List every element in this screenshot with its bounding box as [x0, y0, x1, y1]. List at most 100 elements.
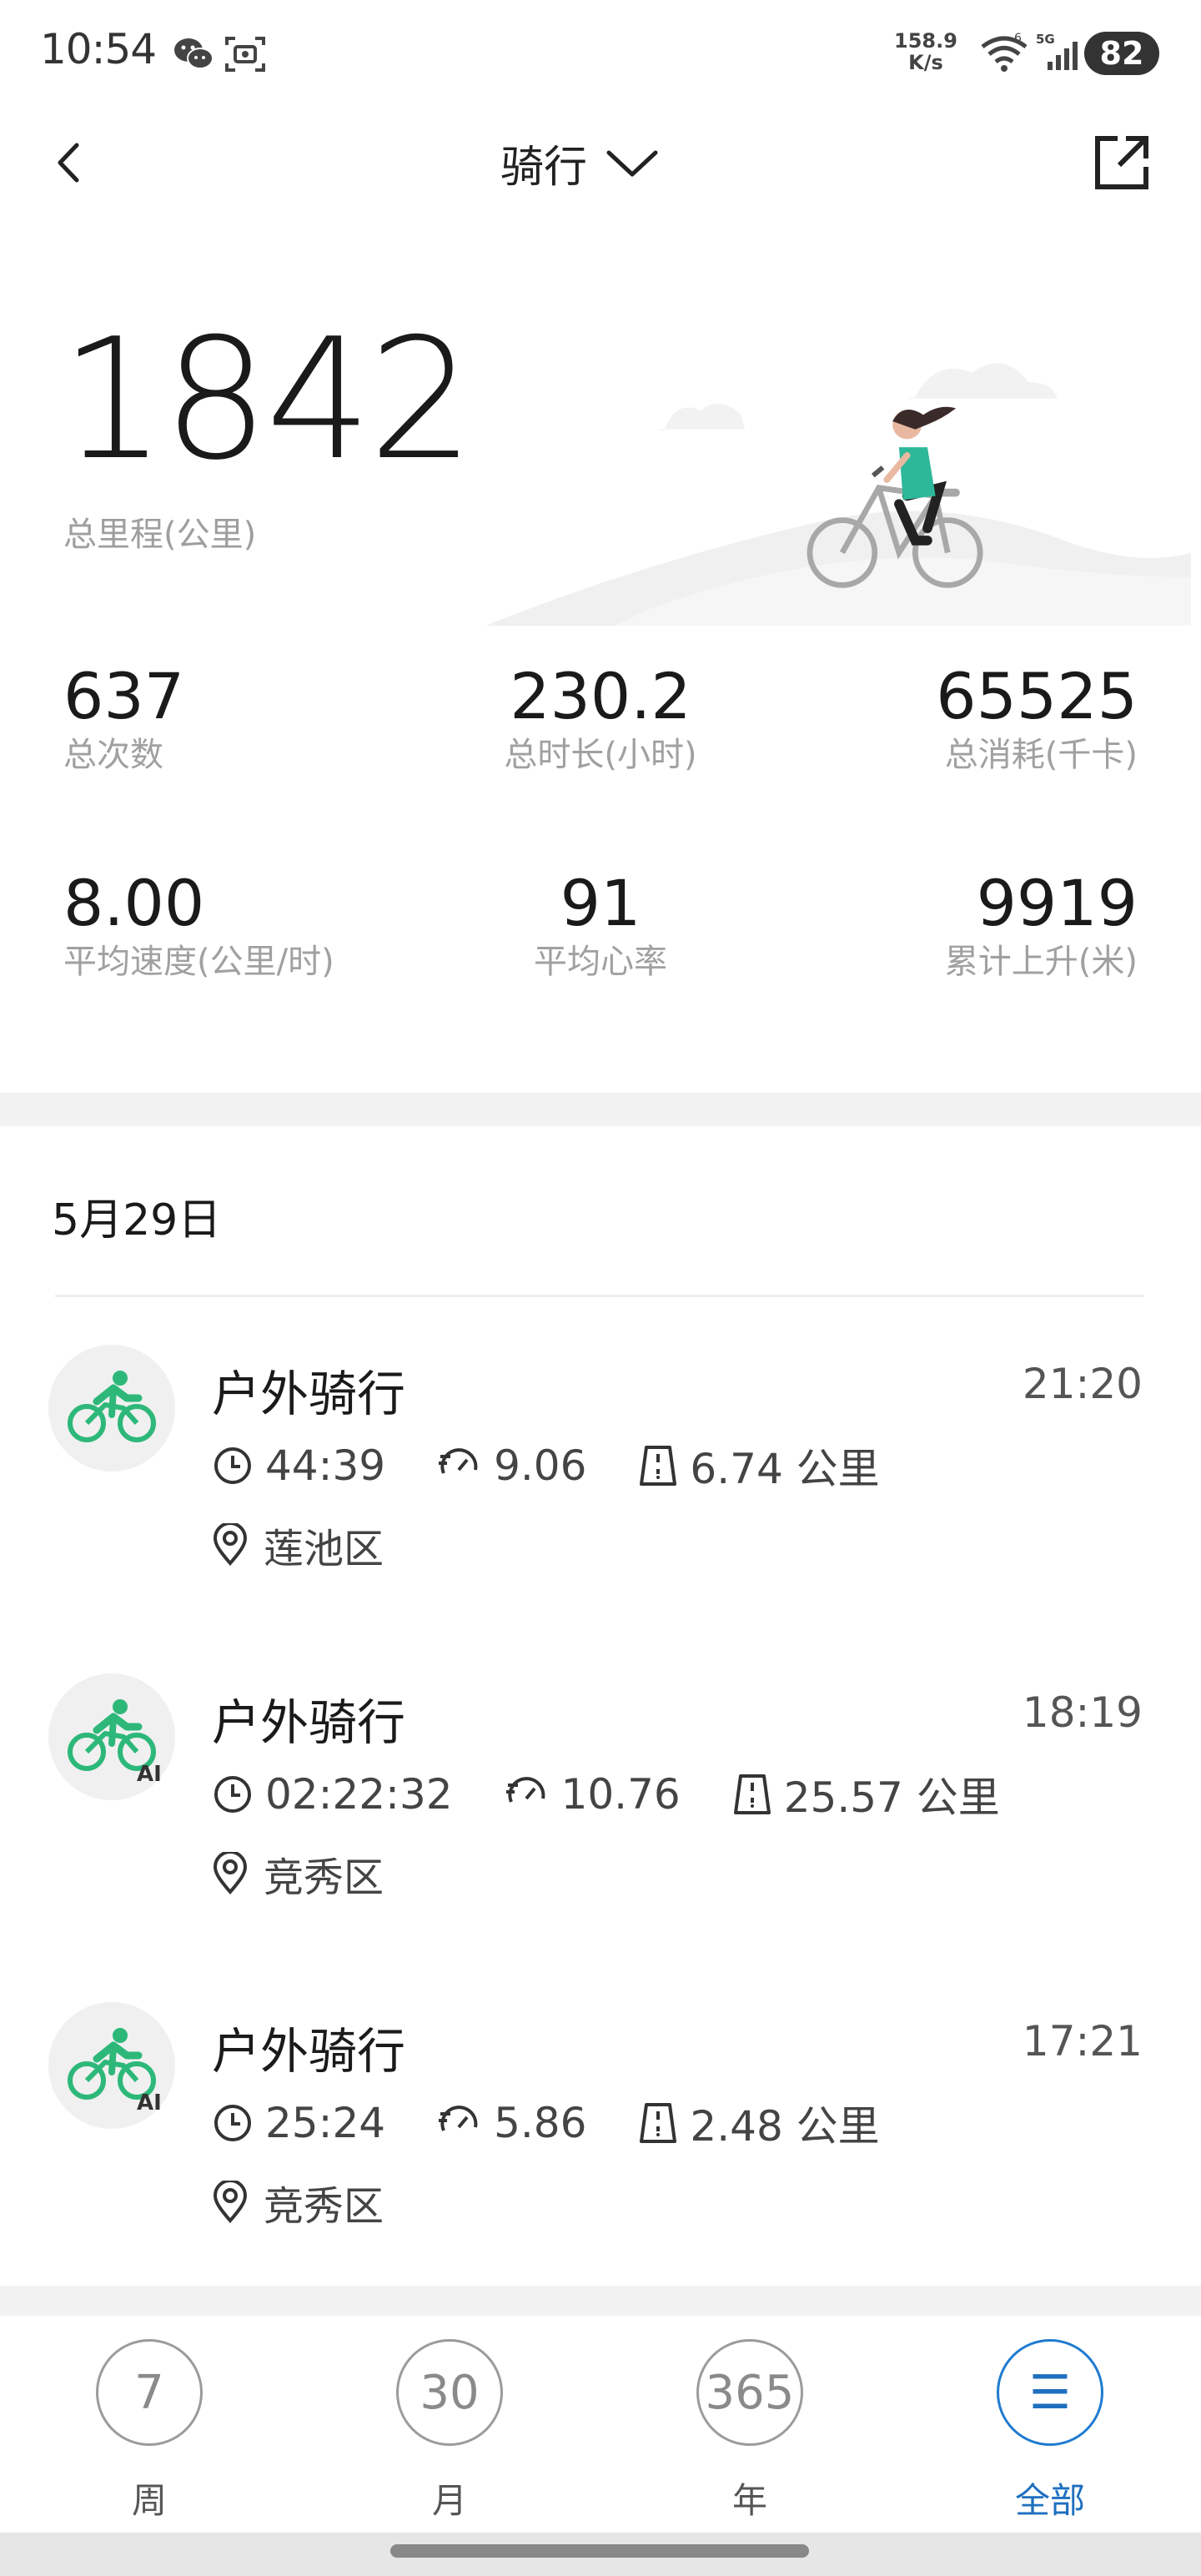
distance-icon	[640, 2103, 677, 2143]
period-tab-bar: 7 周 30 月 365 年 ☰ 全部	[0, 2316, 1201, 2533]
record-location: 莲池区	[212, 1518, 384, 1572]
stat-label: 总消耗(千卡)	[944, 736, 1138, 774]
tab-week[interactable]: 7 周	[66, 2339, 233, 2523]
record-start-time: 18:19	[1022, 1688, 1143, 1737]
stat-label: 平均心率	[534, 943, 667, 981]
wifi-icon: 6	[981, 32, 1028, 72]
stat-label: 累计上升(米)	[944, 943, 1138, 981]
clock-icon	[214, 2105, 251, 2141]
wechat-icon	[174, 38, 214, 69]
record-metrics: 02:22:32 10.76 25.57 公里	[212, 1765, 1052, 1824]
stat-total-calories: 65525 总消耗(千卡)	[936, 659, 1138, 776]
distance-icon	[733, 1774, 771, 1814]
menu-icon: ☰	[997, 2339, 1103, 2446]
divider-line	[55, 1295, 1144, 1297]
location-pin-icon	[213, 1523, 248, 1567]
status-bar: 10:54 158.9 K/s 6 5G 82	[0, 0, 1201, 108]
page-title: 骑行	[500, 142, 588, 193]
metric-distance: 6.74 公里	[638, 1436, 880, 1496]
activity-record[interactable]: AI 户外骑行 18:19 02:22:32 10.76 25.57 公里竞秀区	[0, 1673, 1201, 1949]
tab-month[interactable]: 30 月	[366, 2339, 533, 2523]
network-speed-value: 158.9	[894, 29, 957, 53]
stat-total-ascent: 9919 累计上升(米)	[945, 866, 1138, 983]
tab-year-label: 年	[731, 2480, 767, 2521]
metric-distance: 2.48 公里	[638, 2093, 880, 2153]
clock-icon	[214, 1447, 251, 1484]
section-divider	[0, 1093, 1201, 1126]
stat-label: 总次数	[63, 736, 163, 774]
metric-duration: 02:22:32	[212, 1770, 453, 1819]
tab-month-circle: 30	[396, 2339, 503, 2446]
record-metrics: 25:24 5.86 2.48 公里	[212, 2094, 932, 2152]
status-time: 10:54	[40, 25, 157, 73]
network-speed-unit: K/s	[908, 51, 943, 74]
metric-distance-value: 6.74 公里	[690, 1445, 880, 1493]
cyclist-illustration	[485, 363, 1191, 626]
metric-duration-value: 25:24	[265, 2099, 386, 2147]
record-metrics: 44:39 9.06 6.74 公里	[212, 1436, 932, 1495]
share-icon[interactable]	[1089, 130, 1154, 195]
metric-pace: 5.86	[437, 2099, 586, 2147]
record-title: 户外骑行	[212, 1366, 406, 1422]
home-indicator[interactable]	[390, 2544, 809, 2558]
gesture-nav-area	[0, 2533, 1201, 2576]
tab-all-label: 全部	[1014, 2480, 1085, 2521]
total-distance-value: 1842	[60, 303, 475, 497]
location-pin-icon	[213, 1852, 248, 1895]
signal-5g-icon: 5G	[1036, 32, 1078, 70]
back-arrow-icon[interactable]	[42, 133, 100, 192]
metric-pace: 10.76	[505, 1770, 681, 1819]
activity-record[interactable]: 户外骑行 21:20 44:39 9.06 6.74 公里莲池区	[0, 1345, 1201, 1620]
stat-value: 230.2	[510, 659, 691, 733]
pace-icon	[439, 2106, 478, 2131]
screen-capture-icon	[225, 37, 265, 72]
stat-value: 91	[560, 866, 641, 940]
stat-total-count: 637 总次数	[63, 659, 184, 776]
stat-value: 65525	[936, 659, 1138, 733]
metric-duration: 44:39	[212, 1441, 385, 1490]
record-location-text: 竞秀区	[264, 1854, 384, 1901]
pace-icon	[505, 1777, 545, 1803]
tab-all[interactable]: ☰ 全部	[967, 2339, 1133, 2523]
svg-text:6: 6	[1014, 32, 1022, 45]
cycling-icon	[68, 1371, 156, 1442]
tab-year[interactable]: 365 年	[666, 2339, 833, 2523]
pace-icon	[439, 1448, 478, 1474]
stat-label: 总时长(小时)	[504, 736, 697, 774]
activity-record[interactable]: AI 户外骑行 17:21 25:24 5.86 2.48 公里 竞秀区	[0, 2002, 1201, 2277]
activity-type-avatar: AI	[48, 1673, 175, 1800]
record-start-time: 21:20	[1022, 1360, 1143, 1408]
ai-badge: AI	[137, 1762, 162, 1787]
metric-pace: 9.06	[437, 1441, 586, 1490]
record-date-header: 5月29日	[52, 1195, 222, 1245]
metric-distance-value: 25.57 公里	[783, 1774, 1000, 1822]
sport-type-selector[interactable]: 骑行	[500, 132, 659, 194]
metric-pace-value: 10.76	[560, 1770, 681, 1819]
metric-duration: 25:24	[212, 2099, 385, 2147]
ai-badge: AI	[137, 2090, 162, 2116]
stat-average-heart-rate: 91 平均心率	[434, 866, 767, 983]
metric-distance-value: 2.48 公里	[690, 2102, 880, 2151]
record-title: 户外骑行	[212, 2023, 406, 2080]
stat-average-speed: 8.00 平均速度(公里/时)	[63, 866, 334, 983]
stat-label: 平均速度(公里/时)	[63, 943, 334, 981]
record-location-text: 莲池区	[264, 1526, 384, 1572]
cycling-stats-page: 10:54 158.9 K/s 6 5G 82 骑行 1842 总里程(公里) …	[0, 0, 1201, 2576]
top-bar: 骑行	[0, 117, 1201, 209]
record-location-text: 竞秀区	[264, 2183, 384, 2230]
location-pin-icon	[213, 2181, 248, 2224]
distance-icon	[640, 1446, 677, 1486]
metric-pace-value: 9.06	[494, 1441, 587, 1490]
total-distance-label: 总里程(公里)	[63, 516, 257, 554]
tab-year-circle: 365	[696, 2339, 803, 2446]
svg-text:5G: 5G	[1036, 32, 1055, 47]
tab-week-label: 周	[131, 2480, 167, 2521]
record-title: 户外骑行	[212, 1694, 406, 1751]
metric-duration-value: 44:39	[265, 1441, 386, 1490]
tab-month-label: 月	[431, 2480, 467, 2521]
record-location: 竞秀区	[212, 2176, 384, 2230]
clock-icon	[214, 1776, 251, 1813]
stat-total-duration: 230.2 总时长(小时)	[434, 659, 767, 776]
chevron-down-icon	[606, 150, 658, 177]
network-speed: 158.9 K/s	[891, 30, 961, 73]
